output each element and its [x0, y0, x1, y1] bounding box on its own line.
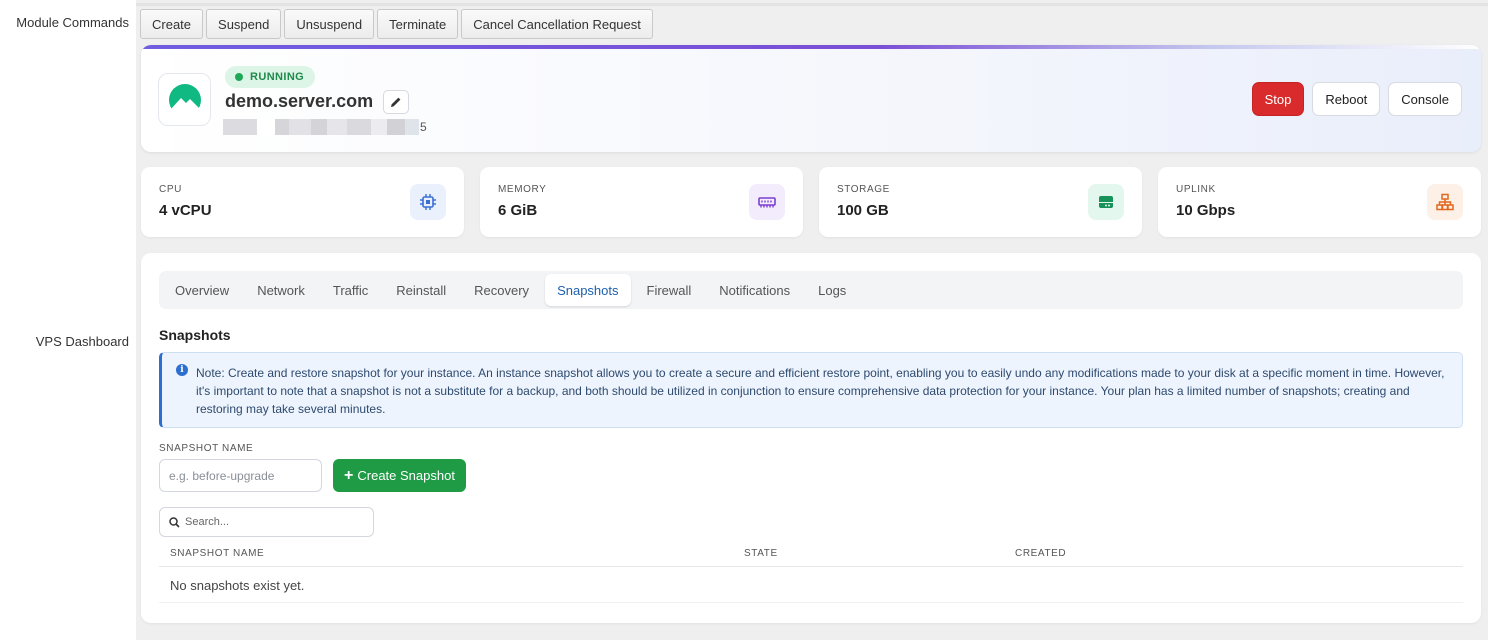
snapshot-name-label: SNAPSHOT NAME [159, 443, 254, 454]
info-note: i Note: Create and restore snapshot for … [159, 352, 1463, 428]
os-logo [158, 73, 211, 126]
stat-value: 100 GB [837, 202, 889, 219]
unsuspend-button[interactable]: Unsuspend [284, 9, 375, 39]
column-header-created[interactable]: CREATED [1015, 548, 1066, 559]
stat-label: STORAGE [837, 184, 890, 195]
stat-value: 6 GiB [498, 202, 538, 219]
tab-traffic[interactable]: Traffic [321, 274, 380, 306]
section-title: Snapshots [159, 327, 231, 343]
empty-state: No snapshots exist yet. [159, 567, 1463, 603]
tab-overview[interactable]: Overview [163, 274, 241, 306]
tab-notifications[interactable]: Notifications [707, 274, 802, 306]
server-header-card: RUNNING demo.server.com 5 Stop Reboot Co… [141, 45, 1481, 152]
module-commands-bar: Create Suspend Unsuspend Terminate Cance… [140, 9, 653, 39]
table-header: SNAPSHOT NAME STATE CREATED [159, 540, 1463, 567]
rocky-linux-icon [168, 83, 201, 117]
stat-label: MEMORY [498, 184, 547, 195]
stat-label: UPLINK [1176, 184, 1216, 195]
module-commands-label: Module Commands [16, 15, 129, 30]
search-icon [169, 517, 180, 528]
status-badge: RUNNING [225, 66, 316, 88]
create-snapshot-label: Create Snapshot [357, 468, 455, 483]
stat-label: CPU [159, 184, 182, 195]
create-snapshot-button[interactable]: + Create Snapshot [333, 459, 466, 492]
suspend-button[interactable]: Suspend [206, 9, 282, 39]
status-text: RUNNING [250, 71, 305, 83]
ip-tail: 5 [420, 120, 427, 134]
plus-icon: + [344, 466, 354, 484]
power-actions: Stop Reboot Console [1251, 82, 1462, 116]
divider [136, 3, 1488, 6]
accent-bar [141, 45, 1481, 49]
stop-button[interactable]: Stop [1251, 82, 1305, 116]
network-icon [1427, 184, 1463, 220]
tab-reinstall[interactable]: Reinstall [384, 274, 458, 306]
note-text: Note: Create and restore snapshot for yo… [196, 366, 1445, 416]
terminate-button[interactable]: Terminate [377, 9, 459, 39]
stat-card-memory: MEMORY 6 GiB [480, 167, 803, 237]
stat-card-cpu: CPU 4 vCPU [141, 167, 464, 237]
vps-dashboard-label: VPS Dashboard [35, 334, 129, 349]
snapshot-name-input[interactable] [159, 459, 322, 492]
edit-hostname-button[interactable] [383, 90, 409, 114]
tab-logs[interactable]: Logs [806, 274, 858, 306]
cpu-icon [410, 184, 446, 220]
column-header-name[interactable]: SNAPSHOT NAME [170, 548, 264, 559]
status-dot [235, 73, 243, 81]
stat-card-uplink: UPLINK 10 Gbps [1158, 167, 1481, 237]
create-button[interactable]: Create [140, 9, 204, 39]
tab-snapshots[interactable]: Snapshots [545, 274, 631, 306]
reboot-button[interactable]: Reboot [1312, 82, 1381, 116]
memory-icon [749, 184, 785, 220]
tab-recovery[interactable]: Recovery [462, 274, 541, 306]
search-input[interactable] [185, 508, 370, 536]
console-button[interactable]: Console [1388, 82, 1462, 116]
cancel-cancellation-request-button[interactable]: Cancel Cancellation Request [461, 9, 653, 39]
ip-address: 5 [223, 118, 427, 136]
column-header-state[interactable]: STATE [744, 548, 778, 559]
pencil-icon [391, 97, 401, 107]
search-box [159, 507, 374, 537]
stat-value: 10 Gbps [1176, 202, 1236, 219]
dashboard-card: Overview Network Traffic Reinstall Recov… [141, 253, 1481, 623]
stat-value: 4 vCPU [159, 202, 212, 219]
tab-bar: Overview Network Traffic Reinstall Recov… [159, 271, 1463, 309]
stat-card-storage: STORAGE 100 GB [819, 167, 1142, 237]
info-icon: i [176, 364, 188, 376]
tab-firewall[interactable]: Firewall [635, 274, 704, 306]
hostname: demo.server.com [225, 91, 374, 111]
tab-network[interactable]: Network [245, 274, 317, 306]
storage-icon [1088, 184, 1124, 220]
